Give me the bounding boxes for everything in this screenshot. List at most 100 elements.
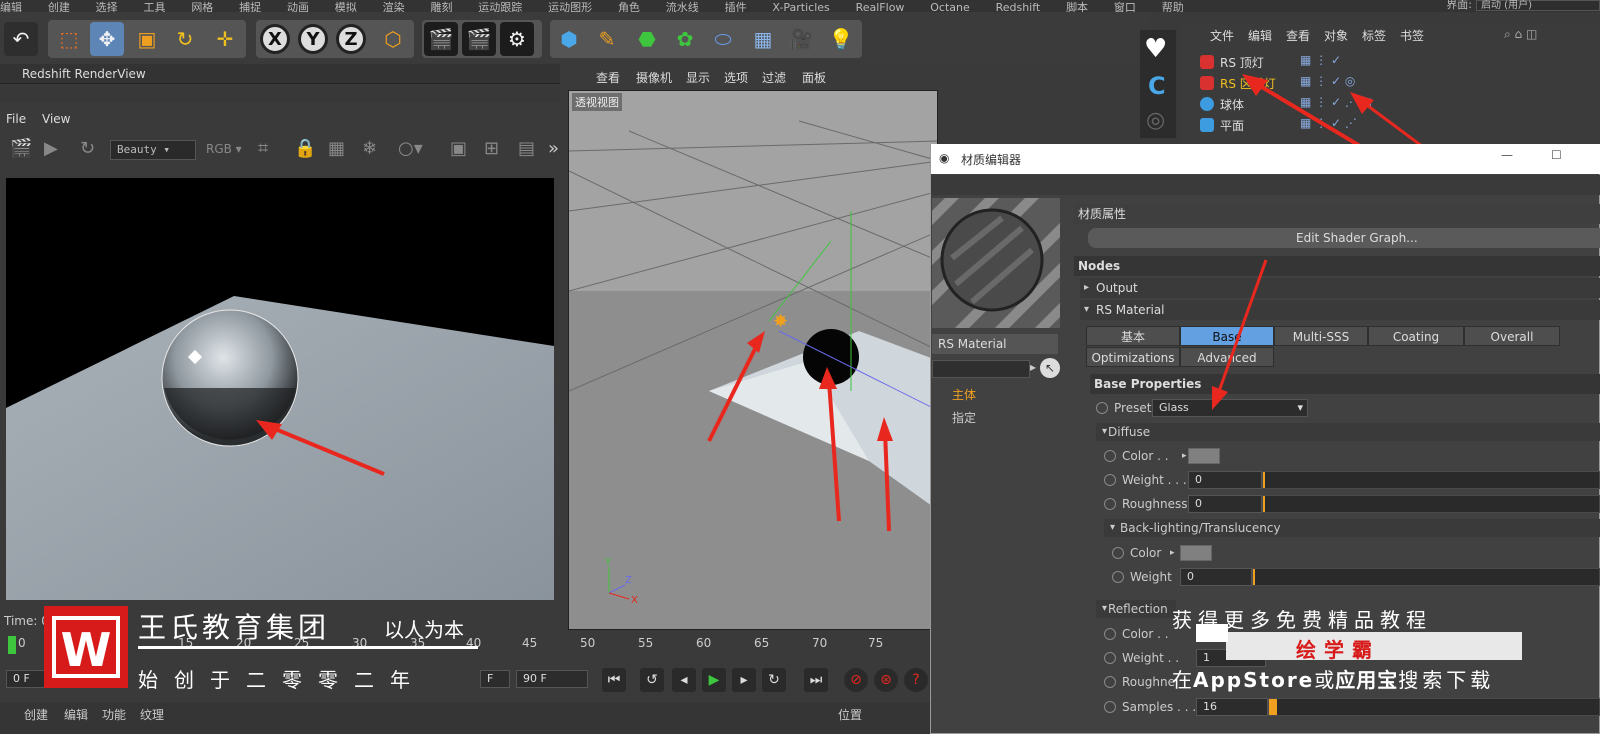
slider-handle[interactable] (1263, 472, 1265, 488)
collapse-arrow-icon[interactable]: ▾ (1084, 304, 1089, 315)
diffuse-group[interactable]: Diffuse (1096, 423, 1600, 441)
menu-item[interactable]: 模拟 (335, 2, 357, 12)
menu-item[interactable]: 运动跟踪 (478, 2, 522, 12)
object-menu-bookmarks[interactable]: 书签 (1400, 27, 1424, 44)
reflection-samples-slider[interactable] (1268, 698, 1600, 716)
animate-radio[interactable] (1104, 652, 1116, 664)
menu-item[interactable]: 编辑 (0, 2, 22, 12)
floor-icon[interactable]: ▦ (746, 22, 780, 56)
circle-icon[interactable]: ○▾ (398, 138, 423, 159)
menu-item[interactable]: Octane (930, 2, 970, 12)
select-tool-icon[interactable]: ⬚ (52, 22, 86, 56)
reflection-samples-input[interactable]: 16 (1196, 698, 1268, 716)
subdivision-icon[interactable]: ⬣ (630, 22, 664, 56)
grid-icon[interactable]: ▦ (328, 138, 345, 159)
refresh-icon[interactable]: ↻ (80, 138, 95, 159)
scale-tool-icon[interactable]: ▣ (130, 22, 164, 56)
render-settings-icon[interactable]: ⚙ (500, 22, 534, 56)
light-icon[interactable]: 💡 (824, 22, 858, 56)
material-icon[interactable]: ◎ (1146, 108, 1165, 133)
viewport-menu-display[interactable]: 显示 (686, 69, 710, 86)
backlighting-group[interactable]: Back-lighting/Translucency (1104, 519, 1600, 537)
bottom-tab-function[interactable]: 功能 (102, 706, 126, 723)
slider-handle[interactable] (1269, 699, 1277, 715)
menu-item[interactable]: 流水线 (666, 2, 699, 12)
search-icon[interactable]: ⌕ ⌂ ◫ (1504, 27, 1537, 42)
animate-radio[interactable] (1104, 701, 1116, 713)
z-axis-icon[interactable]: Z (336, 24, 366, 54)
diffuse-weight-input[interactable]: 0 (1188, 471, 1262, 489)
pick-icon[interactable]: ↖ (1040, 358, 1060, 378)
autokey-icon[interactable]: ⊛ (874, 668, 898, 692)
menu-item[interactable]: 帮助 (1162, 2, 1184, 12)
visibility-check-icon[interactable]: ▦ ⋮ ✓ (1300, 53, 1341, 67)
rotate-tool-icon[interactable]: ↻ (168, 22, 202, 56)
menu-item[interactable]: 插件 (725, 2, 747, 12)
material-search-arrow-icon[interactable]: ▸ (1030, 360, 1036, 374)
maximize-icon[interactable]: ☐ (1551, 148, 1562, 162)
heart-icon[interactable]: ♥ (1144, 34, 1167, 64)
record-icon[interactable]: ⊘ (844, 668, 868, 692)
animate-radio[interactable] (1104, 450, 1116, 462)
collapse-arrow-icon[interactable]: ▾ (1110, 522, 1115, 533)
tab-coating[interactable]: Coating (1368, 326, 1464, 346)
tab-multi-sss[interactable]: Multi-SSS (1274, 326, 1368, 346)
viewport-menu-camera[interactable]: 摄像机 (636, 69, 672, 86)
diffuse-weight-slider[interactable] (1262, 471, 1600, 489)
animate-radio[interactable] (1112, 547, 1124, 559)
node-output[interactable]: Output (1080, 278, 1600, 298)
light-gizmo-icon[interactable]: ✸ (773, 311, 788, 332)
animate-radio[interactable] (1112, 571, 1124, 583)
menu-item[interactable]: 捕捉 (239, 2, 261, 12)
layout-select[interactable]: 启动 (用户) (1476, 0, 1600, 11)
menu-item[interactable]: 工具 (143, 2, 165, 12)
pen-icon[interactable]: ✎ (590, 22, 624, 56)
goto-start-icon[interactable]: ⏮ (602, 668, 626, 692)
bottom-tab-edit[interactable]: 编辑 (64, 706, 88, 723)
backlighting-weight-slider[interactable] (1252, 568, 1600, 586)
menu-item[interactable]: RealFlow (856, 2, 905, 12)
menu-item[interactable]: 角色 (618, 2, 640, 12)
collapse-arrow-icon[interactable]: ▾ (1102, 426, 1107, 437)
camera-icon[interactable]: 🎥 (784, 22, 818, 56)
menu-item[interactable]: 动画 (287, 2, 309, 12)
aov-select[interactable]: Beauty ▾ (110, 140, 196, 160)
preset-animate-radio[interactable] (1096, 402, 1108, 414)
minimize-icon[interactable]: — (1501, 148, 1513, 162)
playhead[interactable] (8, 636, 16, 654)
snowflake-icon[interactable]: ❄ (362, 138, 377, 159)
object-row-top-light[interactable]: RS 顶灯 ▦ ⋮ ✓ (1196, 52, 1596, 72)
render-picture-viewer-icon[interactable]: 🎬 (462, 22, 496, 56)
move-tool-icon[interactable]: ✥ (90, 22, 124, 56)
add-snapshot-icon[interactable]: ⊞ (484, 138, 499, 159)
backlighting-color-swatch[interactable] (1180, 545, 1212, 561)
clapper-icon[interactable]: 🎬 (10, 138, 32, 159)
keyframe-help-icon[interactable]: ? (904, 668, 928, 692)
expand-arrow-icon[interactable]: ▸ (1170, 543, 1175, 563)
backlighting-weight-input[interactable]: 0 (1180, 568, 1252, 586)
menu-item[interactable]: 雕刻 (430, 2, 452, 12)
perspective-viewport[interactable]: ✸ Y Z X (568, 90, 938, 630)
crop-icon[interactable]: ⌗ (258, 138, 268, 159)
animate-radio[interactable] (1104, 474, 1116, 486)
coordinate-system-icon[interactable]: ⬡ (376, 22, 410, 56)
viewport-menu-panel[interactable]: 面板 (802, 69, 826, 86)
object-menu-view[interactable]: 查看 (1286, 27, 1310, 44)
viewport-menu-view[interactable]: 查看 (596, 69, 620, 86)
node-rs-material[interactable]: RS Material (1080, 300, 1600, 320)
object-menu-edit[interactable]: 编辑 (1248, 27, 1272, 44)
prev-key-icon[interactable]: ↺ (640, 668, 664, 692)
diffuse-color-swatch[interactable] (1188, 448, 1220, 464)
transform-tool-icon[interactable]: ✛ (208, 22, 242, 56)
end-frame-input[interactable]: 90 F (516, 670, 588, 688)
y-axis-icon[interactable]: Y (298, 24, 328, 54)
tab-optimizations[interactable]: Optimizations (1086, 347, 1180, 367)
animate-radio[interactable] (1104, 676, 1116, 688)
object-menu-file[interactable]: 文件 (1210, 27, 1234, 44)
undo-icon[interactable]: ↶ (4, 22, 38, 56)
menu-item[interactable]: 渲染 (383, 2, 405, 12)
next-key-icon[interactable]: ↻ (762, 668, 786, 692)
reflection-group[interactable]: Reflection (1096, 600, 1176, 618)
menu-item[interactable]: Redshift (996, 2, 1041, 12)
edit-shader-graph-button[interactable]: Edit Shader Graph... (1088, 228, 1600, 248)
